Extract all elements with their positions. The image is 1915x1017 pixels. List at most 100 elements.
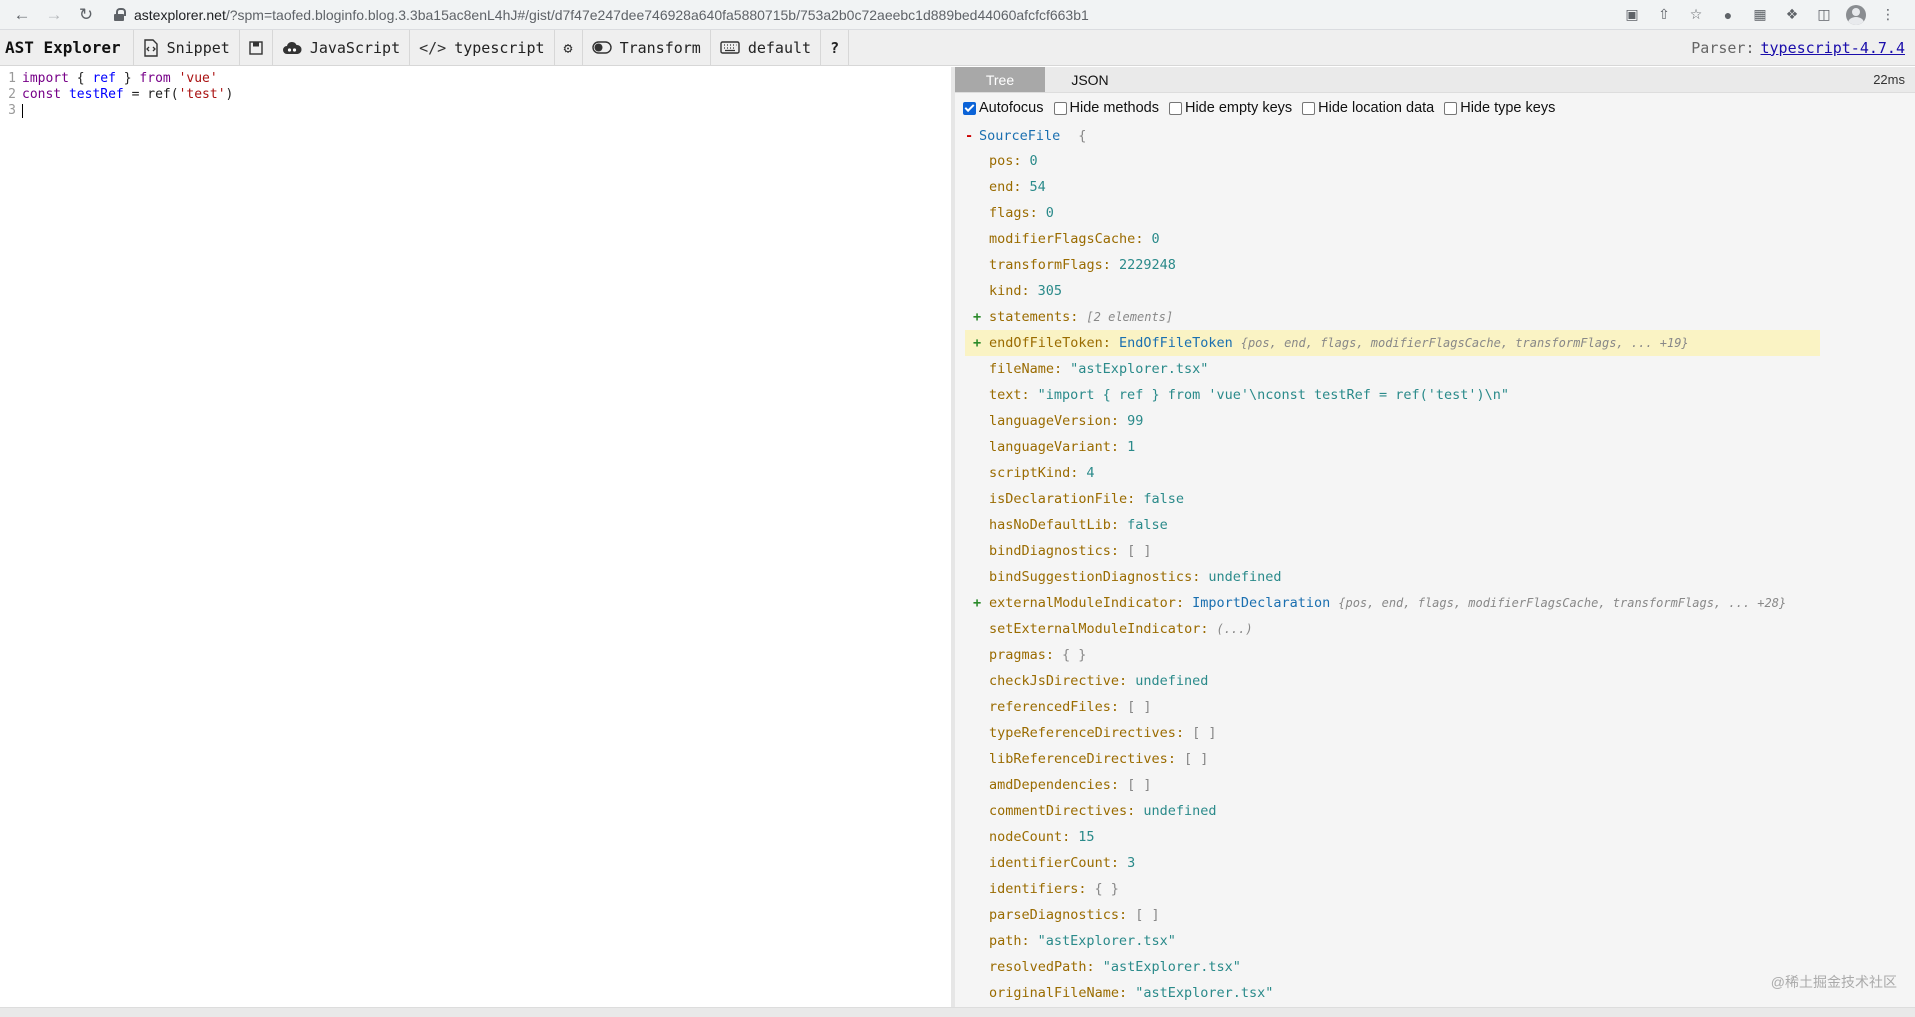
parser-version-link[interactable]: typescript-4.7.4 xyxy=(1761,39,1906,57)
hide-methods-checkbox[interactable] xyxy=(1053,101,1067,115)
expand-toggle[interactable]: + xyxy=(973,309,989,325)
property-key: modifierFlagsCache xyxy=(989,231,1136,247)
output-panel: Tree JSON 22ms Autofocus Hide methods Hi… xyxy=(955,67,1915,1007)
menu-kebab-icon[interactable]: ⋮ xyxy=(1875,2,1901,28)
tree-row[interactable]: + externalModuleIndicator: ImportDeclarati… xyxy=(965,590,1915,616)
keyboard-icon xyxy=(720,41,740,54)
autofocus-option[interactable]: Autofocus xyxy=(963,100,1044,116)
keymap-select[interactable]: default xyxy=(711,30,822,65)
property-value: undefined xyxy=(1135,673,1209,689)
parser-select[interactable]: </> typescript xyxy=(410,30,555,65)
hide-empty-checkbox[interactable] xyxy=(1168,101,1182,115)
key-colon: : xyxy=(1045,647,1055,663)
tab-json[interactable]: JSON xyxy=(1045,67,1135,92)
key-colon: : xyxy=(1119,673,1128,689)
property-key: bindSuggestionDiagnostics xyxy=(989,569,1193,585)
hide-methods-option[interactable]: Hide methods xyxy=(1053,100,1159,116)
code-token: } xyxy=(115,71,140,86)
node-type: SourceFile xyxy=(979,128,1061,144)
collapse-toggle[interactable]: - xyxy=(965,128,979,144)
property-value: false xyxy=(1127,517,1168,533)
profile-avatar[interactable] xyxy=(1843,2,1869,28)
tree-row: amdDependencies: [ ] xyxy=(965,772,1915,798)
expand-toggle[interactable]: + xyxy=(973,335,989,351)
tree-root[interactable]: - SourceFile { xyxy=(965,124,1915,148)
property-value: 0 xyxy=(1029,153,1038,169)
key-colon: : xyxy=(1127,491,1136,507)
property-value: "astExplorer.tsx" xyxy=(1135,985,1274,1001)
tree-row: isDeclarationFile: false xyxy=(965,486,1915,512)
tree-row: scriptKind:4 xyxy=(965,460,1915,486)
code-editor[interactable]: 1 import { ref } from 'vue' 2 const test… xyxy=(0,67,955,1007)
share-icon[interactable]: ⇧ xyxy=(1651,2,1677,28)
code-line: 3 xyxy=(0,103,951,119)
property-value: [ ] xyxy=(1127,777,1152,793)
tree-row[interactable]: + statements: [2 elements] xyxy=(965,304,1915,330)
key-colon: : xyxy=(1102,257,1111,273)
key-colon: : xyxy=(1029,205,1038,221)
transform-label: Transform xyxy=(619,38,701,57)
forward-icon[interactable]: → xyxy=(40,2,68,28)
address-bar[interactable]: astexplorer.net/?spm=taofed.bloginfo.blo… xyxy=(104,2,1615,28)
url-path: /?spm=taofed.bloginfo.blog.3.3ba15ac8enL… xyxy=(225,6,1089,23)
expand-toggle[interactable]: + xyxy=(973,595,989,611)
tree-row: transformFlags:2229248 xyxy=(965,252,1915,278)
property-key: setExternalModuleIndicator xyxy=(989,621,1201,637)
property-key: languageVariant xyxy=(989,439,1111,455)
property-value: [2 elements] xyxy=(1086,310,1174,324)
property-value: undefined xyxy=(1208,569,1282,585)
parser-settings-button[interactable]: ⚙ xyxy=(555,30,583,65)
puzzle-icon[interactable]: ❖ xyxy=(1779,2,1805,28)
line-number: 1 xyxy=(8,71,16,86)
hide-type-checkbox[interactable] xyxy=(1444,101,1458,115)
hide-location-checkbox[interactable] xyxy=(1302,101,1316,115)
key-colon: : xyxy=(1110,413,1120,429)
tab-tree[interactable]: Tree xyxy=(955,67,1045,92)
property-key: pos xyxy=(989,153,1014,169)
property-key: libReferenceDirectives xyxy=(989,751,1168,767)
help-button[interactable]: ? xyxy=(821,30,850,65)
property-key: commentDirectives xyxy=(989,803,1128,819)
transform-toggle[interactable]: Transform xyxy=(583,30,711,65)
hide-type-option[interactable]: Hide type keys xyxy=(1444,100,1555,116)
key-colon: : xyxy=(1175,595,1185,611)
key-colon: : xyxy=(1167,751,1176,767)
key-colon: : xyxy=(1021,387,1030,403)
hide-location-option[interactable]: Hide location data xyxy=(1302,100,1434,116)
property-key: path xyxy=(989,933,1022,949)
language-select[interactable]: JavaScript xyxy=(273,30,411,65)
property-key: kind xyxy=(989,283,1022,299)
save-button[interactable] xyxy=(240,30,273,65)
code-token: testRef xyxy=(68,87,124,102)
tree-row: bindSuggestionDiagnostics: undefined xyxy=(965,564,1915,590)
property-key: languageVersion xyxy=(989,413,1111,429)
parser-info: Parser: typescript-4.7.4 xyxy=(1691,30,1915,65)
property-summary: {pos, end, flags, modifierFlagsCache, tr… xyxy=(1240,336,1689,350)
property-key: endOfFileToken xyxy=(989,335,1103,351)
property-value: [ ] xyxy=(1127,699,1152,715)
key-colon: : xyxy=(1110,517,1120,533)
property-value: [ ] xyxy=(1135,907,1160,923)
reload-icon[interactable]: ↻ xyxy=(72,2,100,28)
autofocus-checkbox[interactable] xyxy=(963,101,976,115)
property-key: typeReferenceDirectives xyxy=(989,725,1176,741)
property-key: pragmas xyxy=(989,647,1046,663)
keymap-label: default xyxy=(747,38,812,57)
back-icon[interactable]: ← xyxy=(8,2,36,28)
translate-icon[interactable]: ▣ xyxy=(1619,2,1645,28)
hide-empty-option[interactable]: Hide empty keys xyxy=(1168,100,1292,116)
snippet-button[interactable]: Snippet xyxy=(134,30,240,65)
bookmark-star-icon[interactable]: ☆ xyxy=(1683,2,1709,28)
bottom-strip xyxy=(0,1007,1915,1017)
tree-row[interactable]: + endOfFileToken: EndOfFileToken {pos, end,… xyxy=(965,330,1820,356)
file-code-icon xyxy=(143,38,159,57)
extension-icon[interactable]: ▦ xyxy=(1747,2,1773,28)
property-value: 305 xyxy=(1037,283,1063,299)
tree-row: pos:0 xyxy=(965,148,1915,174)
side-panel-icon[interactable]: ◫ xyxy=(1811,2,1837,28)
extension-badge-icon[interactable]: ● xyxy=(1715,2,1741,28)
property-value: "astExplorer.tsx" xyxy=(1070,361,1209,377)
snippet-label: Snippet xyxy=(166,38,230,57)
property-key: flags xyxy=(989,205,1030,221)
line-number: 3 xyxy=(8,103,16,118)
